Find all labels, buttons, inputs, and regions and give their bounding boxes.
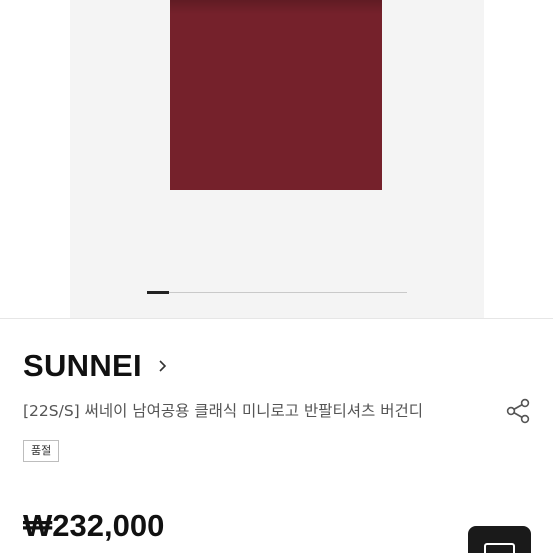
share-icon bbox=[506, 398, 530, 424]
bag-icon bbox=[484, 543, 515, 553]
share-button[interactable] bbox=[502, 395, 534, 427]
product-title: [22S/S] 써네이 남여공용 클래식 미니로고 반팔티셔츠 버건디 bbox=[23, 402, 424, 420]
product-image[interactable] bbox=[70, 0, 484, 318]
tshirt-image bbox=[170, 0, 382, 190]
brand-link[interactable]: SUNNEI bbox=[23, 348, 170, 384]
product-image-gallery[interactable] bbox=[0, 0, 553, 318]
brand-name: SUNNEI bbox=[23, 348, 142, 383]
product-price: ₩232,000 bbox=[23, 508, 165, 543]
tshirt-shade bbox=[170, 0, 382, 14]
bag-button[interactable] bbox=[468, 526, 531, 553]
section-divider bbox=[0, 318, 553, 319]
chevron-right-icon bbox=[158, 356, 170, 376]
soldout-badge: 품절 bbox=[23, 440, 60, 462]
gallery-progress-indicator bbox=[147, 291, 169, 294]
gallery-progress-track bbox=[147, 292, 407, 293]
